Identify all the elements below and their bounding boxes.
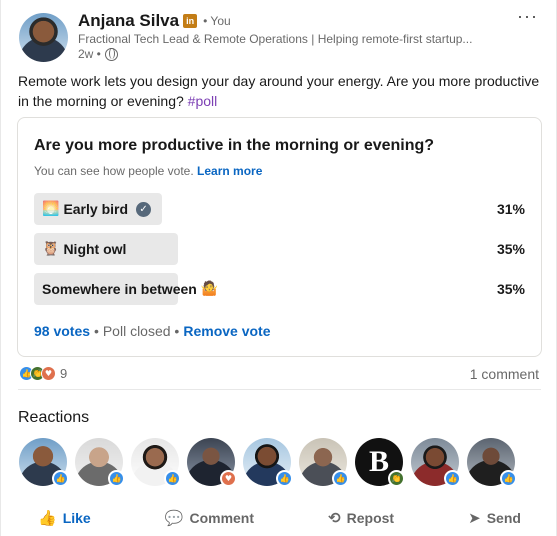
poll-note: You can see how people vote. Learn more bbox=[34, 164, 262, 178]
send-button[interactable]: ➤ Send bbox=[458, 500, 531, 536]
post-meta: 2w • bbox=[78, 47, 118, 61]
reactor-avatar[interactable]: B 👏 bbox=[355, 438, 405, 487]
poll-option-label: Somewhere in between 🤷 bbox=[42, 281, 218, 297]
linkedin-premium-icon: in bbox=[183, 14, 198, 28]
like-icon: 👍 bbox=[444, 470, 461, 487]
like-icon: 👍 bbox=[38, 509, 57, 527]
poll-question: Are you more productive in the morning o… bbox=[34, 137, 435, 154]
post-body: Remote work lets you design your day aro… bbox=[18, 73, 540, 109]
comments-count[interactable]: 1 comment bbox=[470, 366, 539, 382]
reaction-icons[interactable]: 👍 👏 ♥ bbox=[19, 366, 56, 381]
poll-option-percent: 31% bbox=[496, 201, 525, 217]
poll-option-text: Somewhere in between bbox=[42, 281, 197, 297]
like-label: Like bbox=[62, 510, 91, 526]
reactor-avatar[interactable]: 👍 bbox=[467, 438, 517, 487]
remove-vote-link[interactable]: Remove vote bbox=[183, 323, 270, 339]
reactor-avatar[interactable]: 👍 bbox=[411, 438, 461, 487]
repost-button[interactable]: ⟲ Repost bbox=[318, 500, 404, 536]
reactions-title: Reactions bbox=[18, 409, 90, 426]
poll-option-percent: 35% bbox=[496, 281, 525, 297]
hashtag-link[interactable]: #poll bbox=[188, 93, 218, 109]
divider bbox=[18, 389, 541, 390]
poll-option-in-between: Somewhere in between 🤷 35% bbox=[34, 273, 525, 305]
poll-option-night-owl: 🦉 Night owl 35% bbox=[34, 233, 525, 265]
reaction-count[interactable]: 9 bbox=[60, 366, 67, 381]
like-icon: 👍 bbox=[500, 470, 517, 487]
author-headline: Fractional Tech Lead & Remote Operations… bbox=[78, 32, 473, 46]
celebrate-icon: 👏 bbox=[388, 470, 405, 487]
poll-card: Are you more productive in the morning o… bbox=[17, 117, 542, 357]
reactor-avatar[interactable]: ♥ bbox=[187, 438, 237, 487]
reactor-avatar[interactable]: 👍 bbox=[299, 438, 349, 487]
love-reaction-icon: ♥ bbox=[41, 366, 56, 381]
post-time: 2w • bbox=[78, 47, 101, 61]
action-bar: 👍 Like 💬 Comment ⟲ Repost ➤ Send bbox=[1, 500, 557, 536]
globe-icon bbox=[104, 47, 118, 61]
poll-option-label: 🌅 Early bird ✓ bbox=[42, 201, 152, 217]
poll-option-label: 🦉 Night owl bbox=[42, 241, 126, 257]
author-row: Anjana Silva in • You bbox=[78, 11, 231, 31]
sunrise-icon: 🌅 bbox=[42, 201, 60, 217]
like-icon: 👍 bbox=[52, 470, 69, 487]
author-avatar[interactable] bbox=[19, 13, 68, 62]
owl-icon: 🦉 bbox=[42, 241, 60, 257]
votes-link[interactable]: 98 votes bbox=[34, 323, 90, 339]
shrug-icon: 🤷 bbox=[200, 281, 219, 297]
love-icon: ♥ bbox=[220, 470, 237, 487]
learn-more-link[interactable]: Learn more bbox=[197, 164, 262, 178]
reactor-avatar[interactable]: 👍 bbox=[131, 438, 181, 487]
reactor-avatar[interactable]: 👍 bbox=[75, 438, 125, 487]
reactors-list: 👍 👍 👍 ♥ 👍 👍 B 👏 👍 👍 bbox=[19, 438, 517, 487]
poll-footer: 98 votes • Poll closed • Remove vote bbox=[34, 323, 271, 339]
post-card: Anjana Silva in • You Fractional Tech Le… bbox=[0, 0, 557, 536]
poll-status: • Poll closed • bbox=[94, 323, 180, 339]
like-icon: 👍 bbox=[276, 470, 293, 487]
like-button[interactable]: 👍 Like bbox=[28, 500, 101, 536]
comment-icon: 💬 bbox=[164, 509, 184, 527]
reactor-avatar[interactable]: 👍 bbox=[243, 438, 293, 487]
more-options-icon[interactable]: ··· bbox=[517, 6, 538, 27]
checkmark-icon: ✓ bbox=[136, 201, 152, 217]
poll-option-text: Early bird bbox=[63, 201, 129, 217]
like-icon: 👍 bbox=[332, 470, 349, 487]
reactor-avatar[interactable]: 👍 bbox=[19, 438, 69, 487]
like-icon: 👍 bbox=[108, 470, 125, 487]
poll-note-text: You can see how people vote. bbox=[34, 164, 194, 178]
author-name[interactable]: Anjana Silva bbox=[78, 11, 179, 31]
poll-option-percent: 35% bbox=[496, 241, 525, 257]
repost-icon: ⟲ bbox=[328, 509, 341, 527]
repost-label: Repost bbox=[346, 510, 395, 526]
comment-label: Comment bbox=[189, 510, 255, 526]
post-text: Remote work lets you design your day aro… bbox=[18, 71, 543, 111]
send-label: Send bbox=[486, 510, 521, 526]
comment-button[interactable]: 💬 Comment bbox=[155, 500, 264, 536]
like-icon: 👍 bbox=[164, 470, 181, 487]
poll-option-text: Night owl bbox=[63, 241, 127, 257]
you-label: • You bbox=[203, 14, 231, 28]
send-icon: ➤ bbox=[468, 509, 481, 527]
poll-option-early-bird: 🌅 Early bird ✓ 31% bbox=[34, 193, 525, 225]
